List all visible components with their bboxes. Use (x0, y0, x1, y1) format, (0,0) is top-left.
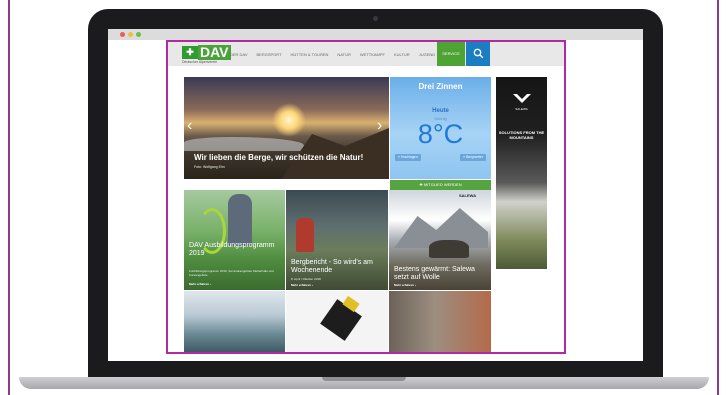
tile-subtitle: 8. April / Oktober 2018 (291, 277, 321, 281)
weather-widget: Drei Zinnen Heute Sonnig 8°C « Hochlagen… (390, 77, 491, 179)
tile-more-link[interactable]: Mehr erfahren › (189, 282, 211, 286)
tile-hut-image[interactable] (389, 291, 491, 352)
top-navigation: ✚ DAV Deutscher Alpenverein DER DAV BERG… (168, 42, 564, 66)
hiker-shape (296, 218, 314, 252)
tile-salewa[interactable]: SALEWA Bestens gewärmt: Salewa setzt auf… (389, 190, 491, 290)
tile-bergbericht[interactable]: Bergbericht - So wird's am Wochenende 8.… (286, 190, 388, 290)
lake-shape (184, 137, 304, 151)
salewa-ad[interactable]: SALEWA SOLUTIONS FROM THE MOUNTAINS (496, 77, 547, 269)
camera-icon (373, 16, 378, 21)
minimize-window-icon[interactable] (128, 32, 133, 37)
nav-item-wettkampf[interactable]: WETTKAMPF (360, 52, 385, 57)
weather-temperature: 8°C (417, 119, 464, 149)
logo-subtitle: Deutscher Alpenverein (182, 60, 218, 64)
browser-bar (108, 29, 643, 40)
nav-item-natur[interactable]: NATUR (337, 52, 350, 57)
tile-title: DAV Ausbildungsprogramm 2019 (189, 242, 275, 257)
ad-brand: SALEWA (515, 107, 528, 111)
tile-subtitle: Fortbildungsprogramm 2019, Seminarangebo… (189, 269, 274, 277)
become-member-button[interactable]: ✚ MITGLIED WERDEN (390, 180, 491, 190)
tile-more-link[interactable]: Mehr erfahren › (291, 283, 313, 287)
nav-item-service[interactable]: SERVICE (437, 42, 465, 66)
tile-title: Bestens gewärmt: Salewa setzt auf Wolle (394, 266, 475, 281)
tile-more-link[interactable]: Mehr erfahren › (394, 283, 416, 287)
tile-title: Bergbericht - So wird's am Wochenende (291, 259, 373, 274)
salewa-eagle-icon (496, 93, 547, 108)
goats-shape (429, 240, 469, 258)
search-icon (473, 48, 483, 59)
search-button[interactable] (466, 42, 490, 66)
nav-list: DER DAV BERGSPORT HÜTTEN & TOUREN NATUR … (230, 42, 444, 66)
hero-credit: Foto: Wolfgang Ehn (194, 165, 225, 169)
weather-low-button[interactable]: « Hochlagen (395, 154, 421, 161)
maximize-window-icon[interactable] (136, 32, 141, 37)
logo-text: DAV (198, 44, 231, 60)
tile-ski-binding-image[interactable] (286, 291, 388, 352)
weather-location: Drei Zinnen (418, 82, 463, 91)
nav-item-kultur[interactable]: KULTUR (394, 52, 410, 57)
weather-mountain-button[interactable]: » Bergwetter (460, 154, 486, 161)
nav-item-jugend[interactable]: JUGEND (419, 52, 435, 57)
slider-next-arrow[interactable]: › (377, 117, 382, 135)
salewa-logo: SALEWA (459, 193, 477, 198)
dav-logo[interactable]: ✚ DAV Deutscher Alpenverein (182, 45, 231, 64)
nav-item-der-dav[interactable]: DER DAV (230, 52, 247, 57)
weather-day: Heute (432, 108, 449, 114)
website: ✚ DAV Deutscher Alpenverein DER DAV BERG… (168, 42, 564, 352)
tile-lake-image[interactable] (184, 291, 285, 352)
nav-item-bergsport[interactable]: BERGSPORT (256, 52, 281, 57)
tile-ausbildung[interactable]: DAV Ausbildungsprogramm 2019 Fortbildung… (184, 190, 285, 290)
edelweiss-icon: ✚ (182, 46, 198, 59)
nav-item-huetten-touren[interactable]: HÜTTEN & TOUREN (291, 52, 329, 57)
sun-glow (272, 103, 306, 137)
ad-slogan: SOLUTIONS FROM THE MOUNTAINS (498, 130, 545, 140)
hero-slider[interactable]: ‹ › Wir lieben die Berge, wir schützen d… (184, 77, 389, 179)
slider-prev-arrow[interactable]: ‹ (187, 117, 192, 135)
close-window-icon[interactable] (120, 32, 125, 37)
hero-caption: Wir lieben die Berge, wir schützen die N… (194, 153, 364, 162)
climber-shape (228, 194, 252, 246)
laptop-notch (322, 377, 406, 381)
